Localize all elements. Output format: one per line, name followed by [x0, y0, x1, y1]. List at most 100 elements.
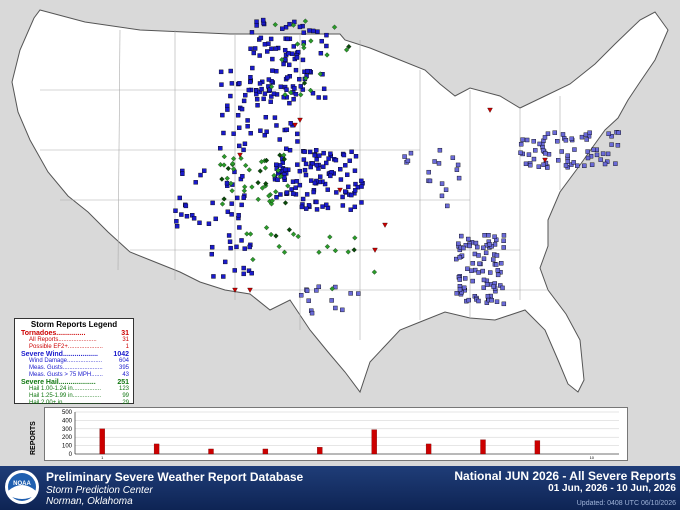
wind-report-marker [242, 246, 247, 251]
wind-report-marker [353, 154, 359, 159]
wind-report-marker [235, 113, 241, 118]
wind-report-marker [584, 137, 589, 142]
wind-report-marker [302, 149, 307, 154]
wind-report-marker [542, 135, 548, 140]
footer-date-range: 01 Jun, 2026 - 10 Jun, 2026 [548, 483, 676, 494]
wind-report-marker [268, 36, 274, 42]
wind-report-marker [300, 196, 306, 202]
wind-report-marker [284, 87, 289, 92]
wind-report-marker [303, 172, 309, 178]
daily-report-bar [317, 447, 323, 455]
legend-wind-damage: Wind Damage..................... 604 [15, 358, 133, 365]
wind-report-marker [251, 50, 257, 56]
wind-report-marker [565, 153, 570, 158]
wind-report-marker [282, 47, 288, 53]
wind-report-marker [341, 152, 347, 158]
wind-report-marker [314, 148, 319, 153]
wind-report-marker [184, 214, 190, 219]
wind-report-marker [598, 157, 603, 162]
legend-item-count: 1 [125, 344, 129, 350]
wind-report-marker [495, 268, 501, 273]
wind-report-marker [285, 36, 290, 42]
wind-report-marker [600, 151, 606, 156]
wind-report-marker [531, 139, 536, 144]
wind-report-marker [259, 86, 264, 92]
wind-report-marker [269, 46, 274, 51]
wind-report-marker [348, 207, 353, 212]
wind-report-marker [316, 284, 322, 290]
wind-report-marker [356, 291, 361, 296]
wind-report-marker [481, 256, 487, 262]
wind-report-marker [221, 130, 226, 136]
wind-report-marker [318, 51, 324, 56]
wind-report-marker [225, 107, 230, 112]
wind-report-marker [436, 161, 442, 166]
legend-item-label: Possible EF2+..................... [29, 344, 103, 350]
wind-report-marker [450, 155, 456, 160]
wind-report-marker [308, 178, 314, 183]
wind-report-marker [475, 244, 480, 250]
wind-report-marker [494, 253, 500, 258]
wind-report-marker [459, 233, 464, 239]
daily-report-bar [371, 429, 377, 455]
wind-report-marker [180, 171, 185, 176]
wind-report-marker [280, 26, 285, 31]
legend-wind-header: Severe Wind.................. 1042 [15, 351, 133, 358]
wind-report-marker [485, 293, 491, 299]
wind-report-marker [528, 162, 533, 168]
legend-item-label: Hail 1.25-1.99 in................. [29, 393, 102, 399]
wind-report-marker [405, 158, 411, 164]
wind-report-marker [236, 212, 241, 218]
wind-report-marker [258, 35, 264, 41]
wind-report-marker [585, 155, 591, 161]
wind-report-marker [245, 118, 250, 123]
wind-report-marker [465, 266, 470, 272]
wind-report-marker [483, 250, 489, 256]
wind-report-marker [295, 162, 300, 167]
wind-report-marker [473, 240, 479, 246]
wind-report-marker [222, 259, 228, 265]
wind-report-marker [210, 200, 215, 206]
hail-report-marker [302, 18, 308, 24]
wind-report-marker [545, 131, 551, 136]
wind-report-marker [476, 298, 481, 304]
wind-report-marker [249, 270, 254, 276]
wind-report-marker [295, 131, 300, 137]
wind-report-marker [605, 151, 611, 157]
wind-report-marker [290, 191, 296, 196]
wind-report-marker [480, 268, 485, 274]
wind-report-marker [293, 67, 299, 73]
wind-report-marker [552, 130, 558, 135]
wind-report-marker [340, 307, 345, 313]
wind-report-marker [257, 81, 263, 86]
wind-report-marker [260, 17, 266, 23]
wind-report-marker [306, 298, 311, 303]
wind-report-marker [297, 24, 303, 30]
wind-report-marker [343, 189, 348, 194]
wind-report-marker [297, 182, 303, 188]
wind-report-marker [455, 162, 461, 168]
wind-report-marker [249, 30, 255, 35]
wind-report-marker [235, 195, 240, 201]
wind-report-marker [258, 128, 263, 133]
wind-report-marker [437, 147, 443, 153]
wind-report-marker [613, 161, 618, 166]
wind-report-marker [472, 251, 478, 257]
wind-report-marker [589, 162, 595, 167]
wind-report-marker [352, 204, 358, 210]
daily-report-bar [208, 448, 214, 455]
legend-hail-count: 251 [117, 379, 129, 386]
wind-report-marker [248, 75, 253, 80]
wind-report-marker [439, 193, 445, 199]
wind-report-marker [340, 194, 345, 200]
wind-report-marker [490, 257, 496, 262]
wind-report-marker [239, 202, 244, 208]
wind-report-marker [501, 233, 507, 238]
wind-report-marker [262, 42, 268, 47]
wind-report-marker [209, 244, 215, 250]
wind-report-marker [191, 216, 197, 221]
wind-report-marker [616, 130, 621, 135]
wind-report-marker [316, 95, 321, 100]
wind-report-marker [333, 157, 339, 163]
wind-report-marker [325, 187, 330, 192]
